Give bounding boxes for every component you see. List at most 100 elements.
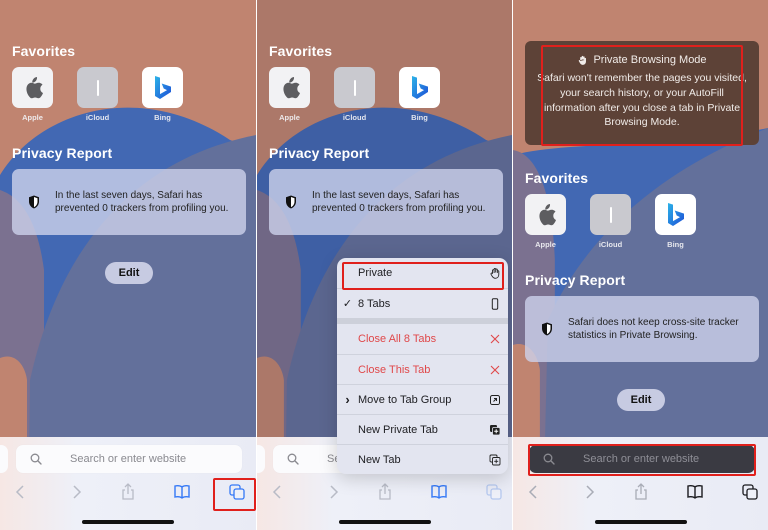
favorite-label: iCloud [85,113,110,122]
bookmarks-button[interactable] [428,481,450,503]
back-chevron-icon [272,485,281,499]
forward-button[interactable] [322,481,344,503]
privacy-report-text: Safari does not keep cross-site tracker … [568,316,739,342]
favorite-label: Apple [535,240,556,249]
bookmarks-button[interactable] [684,481,706,503]
menu-item-label: Close All 8 Tabs [358,333,437,345]
favorite-bing[interactable]: Bing [655,194,696,249]
phone-icon [491,297,499,310]
privacy-report-title: Privacy Report [525,272,626,288]
favorite-label: iCloud [598,240,623,249]
address-bar[interactable]: Search or enter website [529,445,755,473]
close-x-icon [490,365,500,374]
screen-tabs-menu: Favorites Apple iCloud Bing Privacy Repo… [257,0,512,530]
favorite-label: iCloud [342,113,367,122]
share-icon [635,483,647,500]
icloud-icon [334,67,375,108]
favorite-label: Apple [22,113,43,122]
privacy-report-card[interactable]: In the last seven days, Safari has preve… [12,169,246,235]
menu-item-new-tab[interactable]: New Tab [337,444,508,474]
menu-item-8-tabs[interactable]: ✓ 8 Tabs [337,288,508,318]
new-tab-icon [489,454,501,465]
icloud-icon [590,194,631,235]
share-icon [122,483,134,500]
checkmark-icon: ✓ [342,298,353,310]
menu-item-close-all-tabs[interactable]: Close All 8 Tabs [337,324,508,354]
new-private-tab-icon [490,424,501,435]
favorite-label: Bing [411,113,428,122]
previous-tab-search-stub[interactable] [0,445,8,473]
favorite-bing[interactable]: Bing [142,67,183,122]
privacy-report-title: Privacy Report [12,145,113,161]
menu-item-new-private-tab[interactable]: New Private Tab [337,414,508,444]
bottom-toolbar: Search or enter website [0,437,256,530]
share-button[interactable] [117,481,139,503]
favorites-title: Favorites [12,43,76,59]
favorite-icloud[interactable]: iCloud [590,194,631,249]
arrow-up-right-square-icon [490,394,500,405]
home-indicator [82,520,174,524]
address-bar[interactable]: Search or enter website [16,445,242,473]
bing-logo-icon [142,67,183,108]
favorite-bing[interactable]: Bing [399,67,440,122]
screen-private-browsing: Private Browsing Mode Safari won't remem… [513,0,768,530]
private-browsing-description: Safari won't remember the pages you visi… [537,72,747,129]
back-button[interactable] [523,481,545,503]
menu-item-private[interactable]: Private [337,258,508,288]
favorites-row: Apple iCloud Bing [12,67,183,122]
forward-button[interactable] [578,481,600,503]
tabs-button[interactable] [483,481,505,503]
favorite-label: Apple [279,113,300,122]
home-indicator [594,520,687,524]
favorite-icloud[interactable]: iCloud [77,67,118,122]
favorite-apple[interactable]: Apple [12,67,53,122]
tabs-icon [742,484,758,500]
share-button[interactable] [374,481,396,503]
privacy-report-card[interactable]: In the last seven days, Safari has preve… [269,169,503,235]
search-icon [30,453,42,465]
home-indicator [338,520,431,524]
tabs-icon [486,484,502,500]
menu-item-label: Close This Tab [358,363,431,376]
back-chevron-icon [15,485,24,499]
share-icon [379,483,391,500]
privacy-report-card[interactable]: Safari does not keep cross-site tracker … [525,296,759,362]
favorite-apple[interactable]: Apple [525,194,566,249]
previous-tab-search-stub[interactable] [257,445,265,473]
favorite-apple[interactable]: Apple [269,67,310,122]
favorite-label: Bing [154,113,171,122]
address-bar-placeholder: Search or enter website [583,453,700,465]
bookmarks-button[interactable] [171,481,193,503]
bing-logo-icon [655,194,696,235]
forward-chevron-icon [586,485,595,499]
favorites-row: Apple iCloud Bing [269,67,440,122]
menu-item-move-to-tab-group[interactable]: › Move to Tab Group [337,384,508,414]
forward-button[interactable] [65,481,87,503]
favorites-row: Apple iCloud Bing [525,194,696,249]
favorites-title: Favorites [525,170,589,186]
bookmarks-icon [431,485,447,499]
back-button[interactable] [10,481,32,503]
private-browsing-banner: Private Browsing Mode Safari won't remem… [525,41,759,145]
favorite-icloud[interactable]: iCloud [334,67,375,122]
private-browsing-title-text: Private Browsing Mode [593,54,707,66]
apple-logo-icon [525,194,566,235]
back-button[interactable] [267,481,289,503]
close-x-icon [490,334,500,344]
tabs-button[interactable] [226,481,248,503]
share-button[interactable] [630,481,652,503]
tabs-context-menu: Private ✓ 8 Tabs Close All 8 Tabs Close … [337,258,508,474]
search-icon [543,453,555,465]
edit-button[interactable]: Edit [617,389,665,411]
favorite-label: Bing [667,240,684,249]
apple-logo-icon [12,67,53,108]
hand-raised-icon [490,268,500,279]
icloud-icon [77,67,118,108]
menu-item-label: New Tab [358,453,401,466]
menu-item-label: Move to Tab Group [358,393,452,406]
screen-normal-start-page: Favorites Apple iCloud Bing Privacy Repo… [0,0,256,530]
tabs-button[interactable] [739,481,761,503]
edit-button[interactable]: Edit [105,262,153,284]
menu-item-close-this-tab[interactable]: Close This Tab [337,354,508,384]
shield-icon [29,195,39,209]
